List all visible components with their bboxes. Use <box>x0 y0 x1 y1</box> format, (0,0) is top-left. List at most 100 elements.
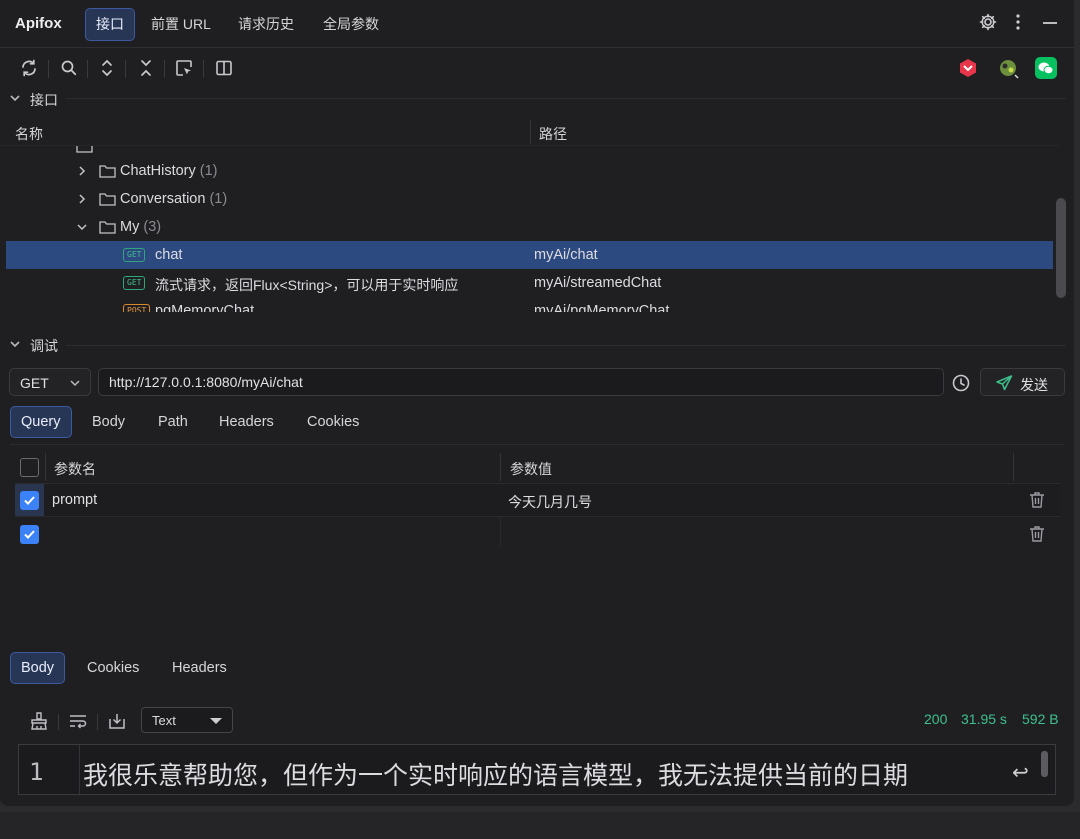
method-badge-get: GET <box>123 248 146 262</box>
folder-label: My <box>120 219 140 235</box>
apifox-window: Apifox 接口 前置 URL 请求历史 全局参数 接口 名称 路径 Chat… <box>0 0 1074 806</box>
response-status: 200 <box>924 711 948 727</box>
chevron-right-icon <box>79 194 86 204</box>
method-select[interactable]: GET <box>9 368 91 396</box>
trash-icon[interactable] <box>1029 491 1045 509</box>
format-value: Text <box>152 713 176 728</box>
chevron-down-icon <box>10 95 20 102</box>
refresh-icon[interactable] <box>19 58 39 78</box>
param-name-header: 参数名 <box>54 461 96 477</box>
minimize-icon[interactable] <box>1040 12 1062 34</box>
method-badge-get: GET <box>123 276 146 290</box>
send-label: 发送 <box>1020 377 1048 393</box>
api-path: myAi/streamedChat <box>534 275 662 291</box>
tab-global-params[interactable]: 全局参数 <box>313 8 389 41</box>
folder-count: (3) <box>143 219 162 235</box>
plugin-red-icon[interactable] <box>957 57 979 79</box>
param-row-empty <box>15 516 1060 549</box>
response-toolbar: Text <box>0 706 1074 736</box>
api-section-title: 接口 <box>30 92 58 108</box>
search-icon[interactable] <box>59 58 79 78</box>
request-bar: GET 发送 <box>0 368 1074 398</box>
response-tab-headers[interactable]: Headers <box>162 652 237 684</box>
response-body-editor[interactable]: 1 我很乐意帮助您，但作为一个实时响应的语言模型，我无法提供当前的日期 ↩ <box>18 744 1056 795</box>
editor-scrollbar[interactable] <box>1041 751 1048 777</box>
chevron-right-icon <box>79 166 86 176</box>
chevron-down-icon <box>77 224 87 231</box>
api-label: chat <box>155 247 183 263</box>
top-bar: Apifox 接口 前置 URL 请求历史 全局参数 <box>0 0 1074 48</box>
expand-all-icon[interactable] <box>97 58 117 78</box>
tree-scrollbar[interactable] <box>1056 198 1066 298</box>
folder-label: ChatHistory <box>120 163 196 179</box>
col-name-header: 名称 <box>15 126 43 142</box>
api-path: myAi/chat <box>534 247 598 263</box>
param-value[interactable]: 今天几月几号 <box>508 492 592 512</box>
debug-section-title: 调试 <box>30 338 58 354</box>
download-icon[interactable] <box>107 711 127 731</box>
response-tab-cookies[interactable]: Cookies <box>77 652 149 684</box>
api-section-header[interactable]: 接口 <box>0 88 1074 110</box>
tab-path[interactable]: Path <box>148 406 198 438</box>
api-tree: ChatHistory (1) Conversation (1) My (3) … <box>0 146 1060 312</box>
response-body-text[interactable]: 我很乐意帮助您，但作为一个实时响应的语言模型，我无法提供当前的日期 <box>83 756 908 792</box>
select-all-checkbox[interactable] <box>20 458 39 477</box>
send-button[interactable]: 发送 <box>980 368 1065 396</box>
folder-count: (1) <box>209 191 228 207</box>
api-label: pgMemoryChat <box>155 303 255 312</box>
param-name[interactable]: prompt <box>52 492 97 508</box>
history-clock-icon[interactable] <box>951 373 971 393</box>
caret-down-icon <box>210 718 222 724</box>
trash-icon[interactable] <box>1029 525 1045 543</box>
tab-headers[interactable]: Headers <box>209 406 284 438</box>
tab-cookies[interactable]: Cookies <box>297 406 369 438</box>
api-path: myAi/pgMemoryChat <box>534 303 670 312</box>
wechat-icon[interactable] <box>1035 57 1057 79</box>
collapse-all-icon[interactable] <box>136 58 156 78</box>
col-path-header: 路径 <box>539 126 567 142</box>
tab-body[interactable]: Body <box>82 406 135 438</box>
split-view-icon[interactable] <box>214 58 234 78</box>
api-toolbar <box>0 48 1074 88</box>
response-time: 31.95 s <box>961 711 1007 727</box>
chevron-down-icon <box>10 341 20 348</box>
send-icon <box>996 375 1013 391</box>
tree-folder-my[interactable]: My (3) <box>6 213 1053 241</box>
param-value-header: 参数值 <box>510 461 552 477</box>
url-input[interactable] <box>98 368 944 396</box>
tab-query[interactable]: Query <box>10 406 72 438</box>
params-header: 参数名 参数值 <box>15 453 1060 481</box>
more-vertical-icon[interactable] <box>1008 12 1030 34</box>
chevron-down-icon <box>70 380 80 387</box>
tree-api-pgmemorychat[interactable]: POST pgMemoryChat myAi/pgMemoryChat <box>6 297 1053 312</box>
folder-icon <box>99 165 116 178</box>
app-brand: Apifox <box>15 15 62 32</box>
api-table-header: 名称 路径 <box>0 120 1060 146</box>
param-checkbox[interactable] <box>20 491 39 510</box>
response-tab-body[interactable]: Body <box>10 652 66 684</box>
wrap-lines-icon[interactable] <box>68 711 88 731</box>
gear-icon[interactable] <box>978 12 1000 34</box>
tree-api-streamed-chat[interactable]: GET 流式请求，返回Flux<String>，可以用于实时响应 myAi/st… <box>6 269 1053 297</box>
format-select[interactable]: Text <box>141 707 233 733</box>
param-checkbox[interactable] <box>20 525 39 544</box>
tree-folder-conversation[interactable]: Conversation (1) <box>6 185 1053 213</box>
tree-api-chat[interactable]: GET chat myAi/chat <box>6 241 1053 269</box>
method-value: GET <box>20 375 49 391</box>
locate-icon[interactable] <box>174 58 194 78</box>
folder-label: Conversation <box>120 191 206 207</box>
bottom-strip <box>0 812 1080 839</box>
clear-broom-icon[interactable] <box>29 711 49 731</box>
tab-api[interactable]: 接口 <box>85 8 135 41</box>
response-size: 592 B <box>1022 711 1059 727</box>
plugin-ball-icon[interactable] <box>997 57 1019 79</box>
folder-open-icon <box>99 221 116 234</box>
param-row: prompt 今天几月几号 <box>15 483 1060 516</box>
tree-folder-chathistory[interactable]: ChatHistory (1) <box>6 157 1053 185</box>
folder-icon <box>99 193 116 206</box>
folder-count: (1) <box>199 163 218 179</box>
api-label: 流式请求，返回Flux<String>，可以用于实时响应 <box>155 277 459 293</box>
wrap-indicator-icon: ↩ <box>1012 762 1029 784</box>
tab-request-history[interactable]: 请求历史 <box>228 8 304 41</box>
tab-base-url[interactable]: 前置 URL <box>141 8 221 41</box>
